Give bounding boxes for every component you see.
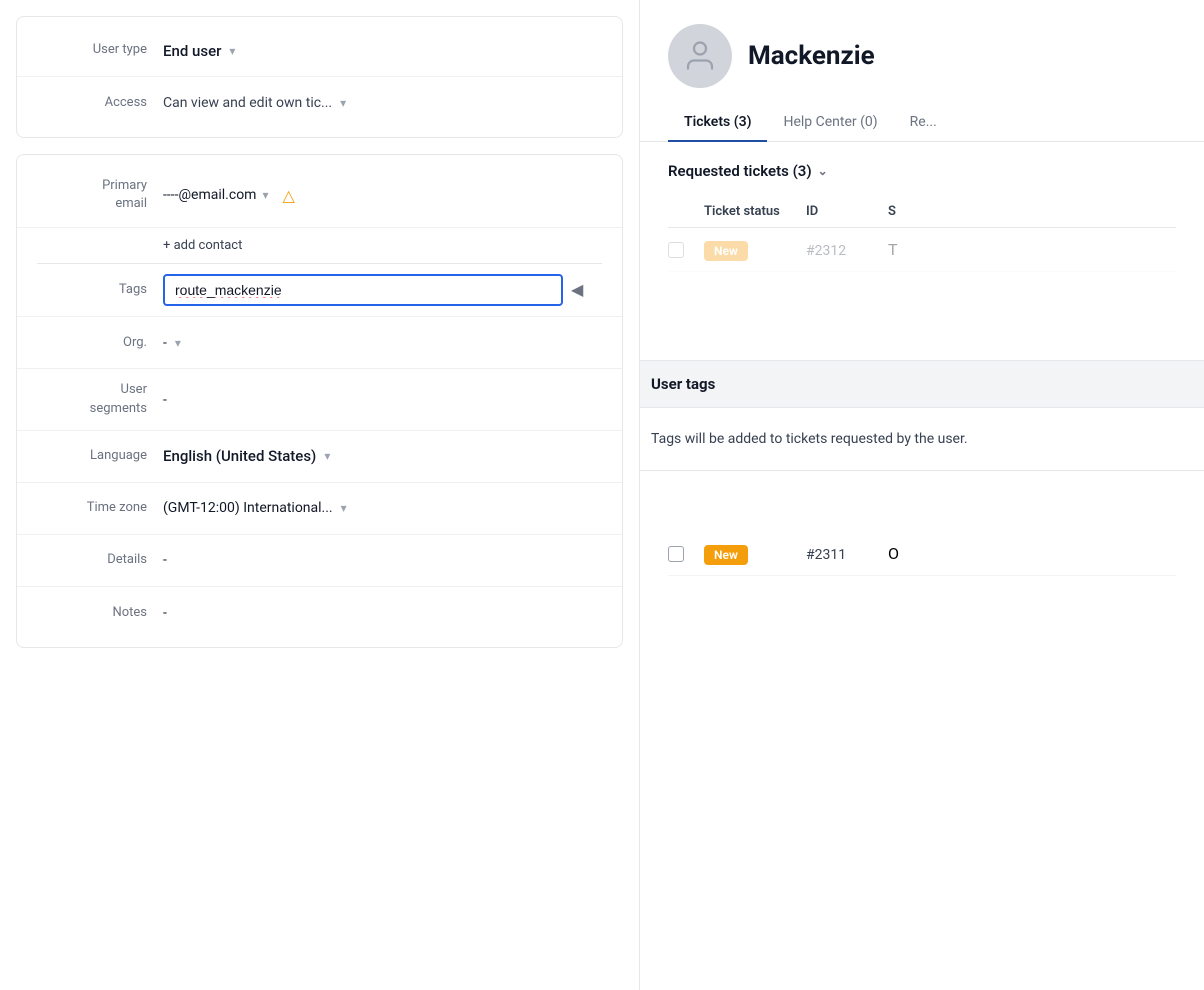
details-row: Details - <box>17 535 622 587</box>
user-segments-value: - <box>163 392 602 408</box>
language-chevron-icon: ▾ <box>324 449 330 463</box>
user-type-row: User type End user ▾ <box>17 25 622 77</box>
tags-input[interactable] <box>163 274 563 306</box>
notes-value: - <box>163 605 602 621</box>
warning-icon: △ <box>283 186 295 205</box>
access-row: Access Can view and edit own tic... ▾ <box>17 77 622 129</box>
timezone-chevron-icon: ▾ <box>341 501 347 515</box>
status-badge: New <box>704 545 748 565</box>
ticket-id: #2311 <box>806 547 846 563</box>
requested-tickets-header[interactable]: Requested tickets (3) ⌄ <box>668 162 1176 180</box>
access-value[interactable]: Can view and edit own tic... ▾ <box>163 95 602 111</box>
collapse-button[interactable]: ◀ <box>567 276 587 304</box>
table-header: Ticket status ID S <box>668 196 1176 228</box>
org-row: Org. - ▾ <box>17 317 622 369</box>
tags-label: Tags <box>37 281 147 299</box>
user-name: Mackenzie <box>748 41 875 71</box>
user-type-label: User type <box>37 41 147 59</box>
notes-row: Notes - <box>17 587 622 639</box>
timezone-label: Time zone <box>37 499 147 517</box>
user-type-chevron-icon: ▾ <box>229 44 235 58</box>
ticket-id: #2312 <box>806 243 846 259</box>
org-value[interactable]: - ▾ <box>163 335 602 351</box>
timezone-value[interactable]: (GMT-12:00) International... ▾ <box>163 500 602 516</box>
header-status: Ticket status <box>704 204 794 219</box>
header-id: ID <box>806 204 876 219</box>
requested-caret-icon: ⌄ <box>818 164 828 178</box>
primary-email-row: Primaryemail ----@email.com ▾ △ <box>17 163 622 228</box>
org-chevron-icon: ▾ <box>175 336 181 350</box>
user-header: Mackenzie <box>640 0 1204 88</box>
header-subject: S <box>888 204 1176 219</box>
tab-tickets[interactable]: Tickets (3) <box>668 104 767 142</box>
details-label: Details <box>37 551 147 569</box>
row2-checkbox[interactable] <box>668 546 684 562</box>
notes-label: Notes <box>37 604 147 622</box>
popup-body: Tags will be added to tickets requested … <box>640 407 1204 470</box>
details-value: - <box>163 552 602 568</box>
tab-help-center[interactable]: Help Center (0) <box>767 104 893 142</box>
email-chevron-icon: ▾ <box>262 188 268 202</box>
status-badge: New <box>704 241 748 261</box>
ticket-subject: O <box>888 544 1176 563</box>
user-tags-popup: User tags Tags will be added to tickets … <box>640 360 1204 471</box>
language-label: Language <box>37 447 147 465</box>
user-type-access-group: User type End user ▾ Access Can view and… <box>16 16 623 138</box>
tabs-bar: Tickets (3) Help Center (0) Re... <box>640 104 1204 142</box>
left-panel: User type End user ▾ Access Can view and… <box>0 0 640 990</box>
contact-details-group: Primaryemail ----@email.com ▾ △ + add co… <box>16 154 623 648</box>
language-value[interactable]: English (United States) ▾ <box>163 447 602 465</box>
primary-email-value: ----@email.com ▾ △ <box>163 186 602 205</box>
ticket-row-2-container: New #2311 O <box>640 532 1204 576</box>
add-contact-button[interactable]: + add contact <box>17 228 622 263</box>
user-segments-row: Usersegments - <box>17 369 622 430</box>
table-row[interactable]: New #2312 T <box>668 228 1176 272</box>
language-row: Language English (United States) ▾ <box>17 431 622 483</box>
tickets-section: Requested tickets (3) ⌄ Ticket status ID… <box>640 142 1204 272</box>
tags-row: Tags ◀ <box>17 264 622 317</box>
popup-title: User tags <box>640 361 1204 407</box>
user-segments-label: Usersegments <box>37 381 147 417</box>
access-chevron-icon: ▾ <box>340 96 346 110</box>
email-controls[interactable]: ----@email.com ▾ △ <box>163 186 295 205</box>
row1-checkbox[interactable] <box>668 242 684 258</box>
access-label: Access <box>37 94 147 112</box>
primary-email-label: Primaryemail <box>37 177 147 213</box>
avatar <box>668 24 732 88</box>
ticket-subject: T <box>888 240 1176 259</box>
right-panel: Mackenzie Tickets (3) Help Center (0) Re… <box>640 0 1204 990</box>
user-type-value[interactable]: End user ▾ <box>163 42 602 60</box>
org-label: Org. <box>37 334 147 352</box>
tab-re[interactable]: Re... <box>894 104 953 142</box>
timezone-row: Time zone (GMT-12:00) International... ▾ <box>17 483 622 535</box>
table-row[interactable]: New #2311 O <box>668 532 1176 576</box>
